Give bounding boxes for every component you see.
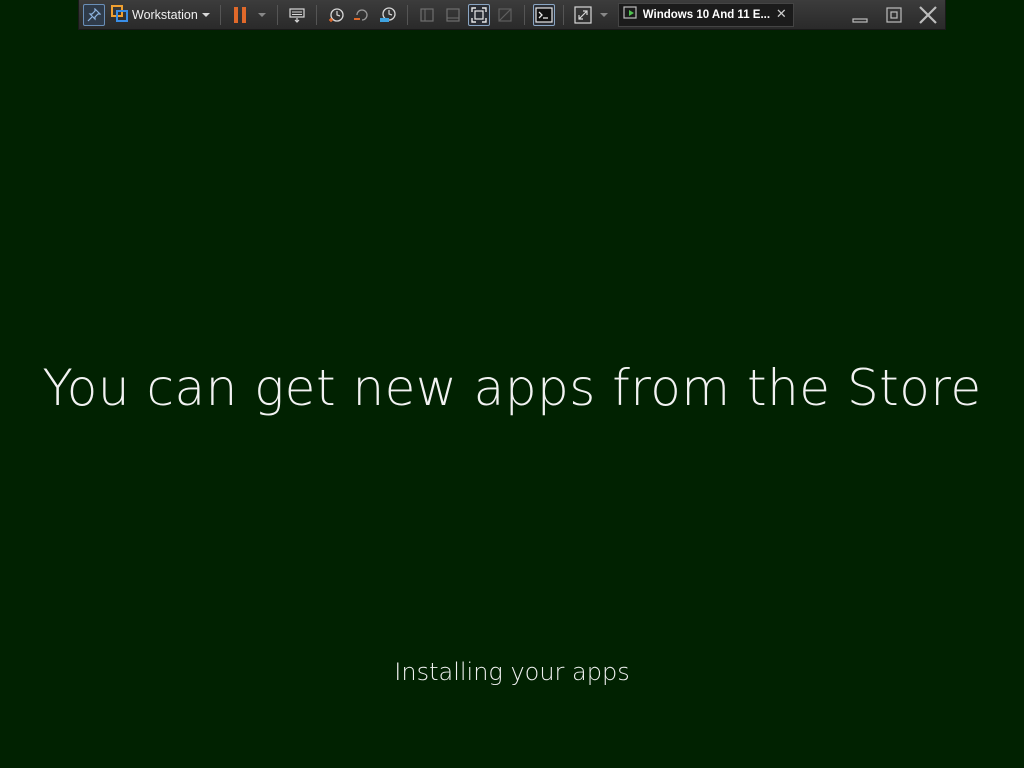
- fit-guest-button[interactable]: [467, 3, 490, 26]
- power-dropdown-arrow-icon: [257, 12, 266, 17]
- toolbar-separator: [562, 4, 564, 25]
- fit-guest-icon: [471, 6, 487, 23]
- vmware-logo-icon: [111, 4, 128, 25]
- pin-toolbar-button[interactable]: [83, 3, 105, 26]
- workstation-label: Workstation: [132, 7, 198, 22]
- restore-icon: [885, 6, 903, 24]
- unity-icon: [497, 7, 513, 23]
- stretch-guest-button[interactable]: [572, 4, 594, 26]
- workstation-menu[interactable]: Workstation: [107, 4, 214, 25]
- toolbar-separator: [315, 4, 317, 25]
- toolbar-separator: [276, 4, 278, 25]
- close-window-button[interactable]: [917, 4, 939, 26]
- thumbnail-bar-icon: [445, 7, 461, 23]
- stretch-guest-icon: [574, 5, 592, 24]
- power-dropdown-button[interactable]: [255, 4, 269, 26]
- revert-snapshot-button[interactable]: [351, 4, 373, 26]
- snapshot-manager-icon: [379, 6, 397, 24]
- library-view-button[interactable]: [416, 4, 438, 26]
- tab-close-icon[interactable]: ✕: [776, 8, 787, 21]
- send-ctrl-alt-del-icon: [288, 6, 306, 24]
- vmware-fullscreen-toolbar: Workstation Windows 10 And 11 E... ✕: [78, 0, 946, 30]
- close-window-icon: [918, 5, 938, 25]
- dropdown-arrow-icon: [201, 12, 210, 17]
- snapshot-manager-button[interactable]: [377, 4, 399, 26]
- send-ctrl-alt-del-button[interactable]: [286, 4, 308, 26]
- window-controls: [847, 4, 941, 26]
- snapshot-revert-icon: [353, 6, 371, 24]
- pause-icon: [232, 6, 248, 24]
- console-view-button[interactable]: [532, 3, 555, 26]
- toolbar-separator: [219, 4, 221, 25]
- oobe-headline: You can get new apps from the Store: [42, 359, 982, 417]
- toolbar-separator: [406, 4, 408, 25]
- fullscreen-dropdown-button[interactable]: [598, 4, 610, 26]
- unity-button[interactable]: [494, 4, 516, 26]
- library-view-icon: [419, 7, 435, 23]
- minimize-icon: [851, 6, 869, 24]
- vm-guest-screen: Workstation Windows 10 And 11 E... ✕ You…: [0, 0, 1024, 768]
- snapshot-take-icon: [327, 6, 345, 24]
- minimize-button[interactable]: [849, 4, 871, 26]
- restore-button[interactable]: [883, 4, 905, 26]
- vm-running-icon: [623, 6, 639, 23]
- oobe-status-text: Installing your apps: [394, 658, 630, 686]
- pin-icon: [87, 7, 101, 22]
- thumbnail-bar-button[interactable]: [442, 4, 464, 26]
- toolbar-separator: [523, 4, 525, 25]
- console-view-icon: [535, 6, 553, 23]
- pause-button[interactable]: [229, 4, 251, 26]
- vm-tab[interactable]: Windows 10 And 11 E... ✕: [617, 2, 794, 27]
- fullscreen-dropdown-arrow-icon: [599, 12, 608, 17]
- vm-tab-label: Windows 10 And 11 E...: [642, 8, 770, 21]
- take-snapshot-button[interactable]: [325, 4, 347, 26]
